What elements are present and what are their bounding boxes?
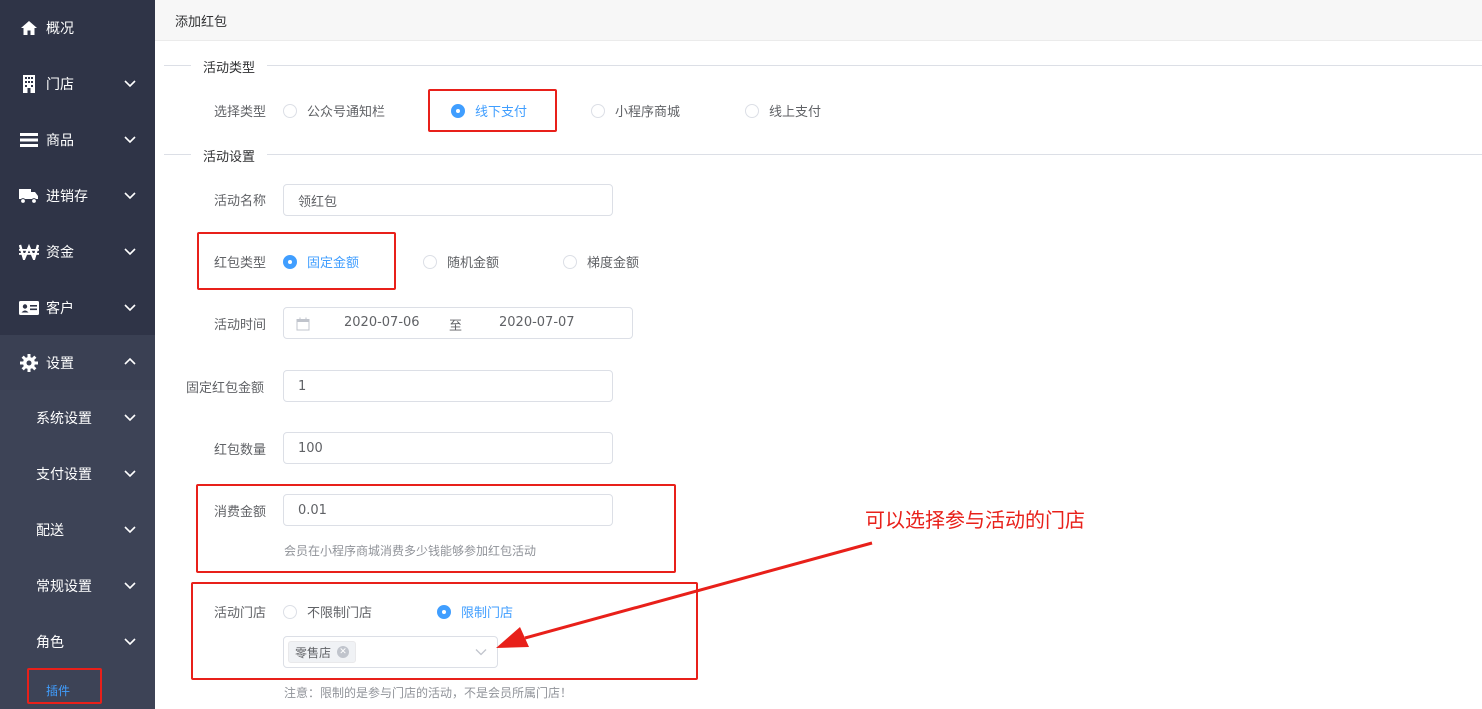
date-start: 2020-07-06 (344, 315, 420, 330)
input-value: 1 (298, 378, 307, 394)
sidebar-subitem-label: 系统设置 (36, 411, 92, 427)
chevron-down-icon (124, 136, 136, 144)
chevron-down-icon (124, 248, 136, 256)
fixed-amount-label: 固定红包金额 (186, 381, 265, 396)
sidebar-item-label: 客户 (46, 301, 74, 317)
chevron-down-icon (124, 304, 136, 312)
packet-count-input[interactable]: 100 (283, 432, 613, 464)
activity-time-label: 活动时间 (214, 318, 267, 333)
store-note: 注意：限制的是参与门店的活动，不是会员所属门店！ (284, 686, 573, 700)
chevron-down-icon (124, 414, 136, 422)
chevron-down-icon (124, 470, 136, 478)
sidebar-item-settings[interactable]: 设置 (0, 335, 155, 391)
chevron-down-icon (124, 526, 136, 534)
packet-count-label: 红包数量 (214, 443, 267, 458)
sidebar-subitem-label: 支付设置 (36, 467, 92, 483)
sidebar-item-inventory[interactable]: 进销存 (0, 168, 155, 224)
chevron-down-icon (124, 638, 136, 646)
sidebar-item-label: 进销存 (46, 189, 88, 205)
radio-circle (745, 103, 759, 118)
radio-circle (283, 103, 297, 118)
truck-icon (19, 186, 39, 206)
sidebar-item-overview[interactable]: 概况 (0, 0, 155, 56)
section-title-activity-settings: 活动设置 (191, 146, 268, 165)
radio-label: 梯度金额 (587, 256, 640, 271)
page-header: 添加红包 (155, 0, 1482, 41)
fixed-amount-input[interactable]: 1 (283, 370, 613, 402)
radio-random-amount[interactable]: 随机金额 (423, 252, 499, 271)
home-icon (19, 18, 39, 38)
highlight-box-packet-type (197, 232, 396, 290)
sidebar-subitem-general-settings[interactable]: 常规设置 (0, 558, 155, 614)
date-range-separator: 至 (449, 319, 463, 334)
select-type-label: 选择类型 (214, 105, 267, 120)
radio-label: 小程序商城 (615, 105, 681, 120)
annotation-arrow (496, 541, 873, 648)
sidebar-subitem-payment-settings[interactable]: 支付设置 (0, 446, 155, 502)
chevron-down-icon (124, 192, 136, 200)
radio-label: 线上支付 (769, 105, 822, 120)
gear-icon (19, 353, 39, 373)
sidebar-item-products[interactable]: 商品 (0, 112, 155, 168)
sidebar-item-label: 概况 (46, 21, 74, 37)
sidebar-item-stores[interactable]: 门店 (0, 56, 155, 112)
annotation-text: 可以选择参与活动的门店 (865, 508, 1085, 532)
radio-label: 公众号通知栏 (307, 105, 386, 120)
sidebar-item-label: 设置 (46, 356, 74, 372)
radio-online-payment[interactable]: 线上支付 (745, 101, 821, 120)
won-icon (19, 242, 39, 262)
highlight-box-plugins (27, 668, 102, 704)
page-title: 添加红包 (175, 15, 228, 30)
radio-circle (423, 254, 437, 269)
sidebar-item-customers[interactable]: 客户 (0, 280, 155, 336)
date-end: 2020-07-07 (499, 315, 575, 330)
input-value: 领红包 (298, 194, 338, 210)
section-title-activity-type: 活动类型 (191, 57, 268, 76)
sidebar: 概况 门店 商品 进销存 资金 客户 设置 系统设置 支付设置 配送 常规设置 … (0, 0, 155, 709)
input-value: 100 (298, 440, 323, 456)
chevron-up-icon (124, 357, 136, 365)
sidebar-item-label: 商品 (46, 133, 74, 149)
id-card-icon (19, 298, 39, 318)
highlight-box-offline-payment (428, 89, 557, 132)
sidebar-subitem-system-settings[interactable]: 系统设置 (0, 390, 155, 446)
radio-circle (591, 103, 605, 118)
chevron-down-icon (124, 80, 136, 88)
sidebar-subitem-label: 角色 (36, 635, 64, 651)
sidebar-item-funds[interactable]: 资金 (0, 224, 155, 280)
radio-circle (563, 254, 577, 269)
radio-mini-program-mall[interactable]: 小程序商城 (591, 101, 680, 120)
sidebar-subitem-delivery[interactable]: 配送 (0, 502, 155, 558)
building-icon (19, 74, 39, 94)
sidebar-subitem-label: 配送 (36, 523, 64, 539)
chevron-down-icon (124, 582, 136, 590)
sidebar-item-label: 门店 (46, 77, 74, 93)
section-divider (164, 154, 1482, 155)
activity-name-input[interactable]: 领红包 (283, 184, 613, 216)
date-range-picker[interactable]: 2020-07-06 至 2020-07-07 (283, 307, 633, 339)
radio-label: 随机金额 (447, 256, 500, 271)
section-divider (164, 65, 1482, 66)
calendar-icon (296, 317, 310, 331)
radio-official-account[interactable]: 公众号通知栏 (283, 101, 385, 120)
list-icon (19, 130, 39, 150)
sidebar-subitem-label: 常规设置 (36, 579, 92, 595)
radio-gradient-amount[interactable]: 梯度金额 (563, 252, 639, 271)
activity-name-label: 活动名称 (214, 194, 267, 209)
sidebar-item-label: 资金 (46, 245, 74, 261)
sidebar-subitem-roles[interactable]: 角色 (0, 614, 155, 670)
